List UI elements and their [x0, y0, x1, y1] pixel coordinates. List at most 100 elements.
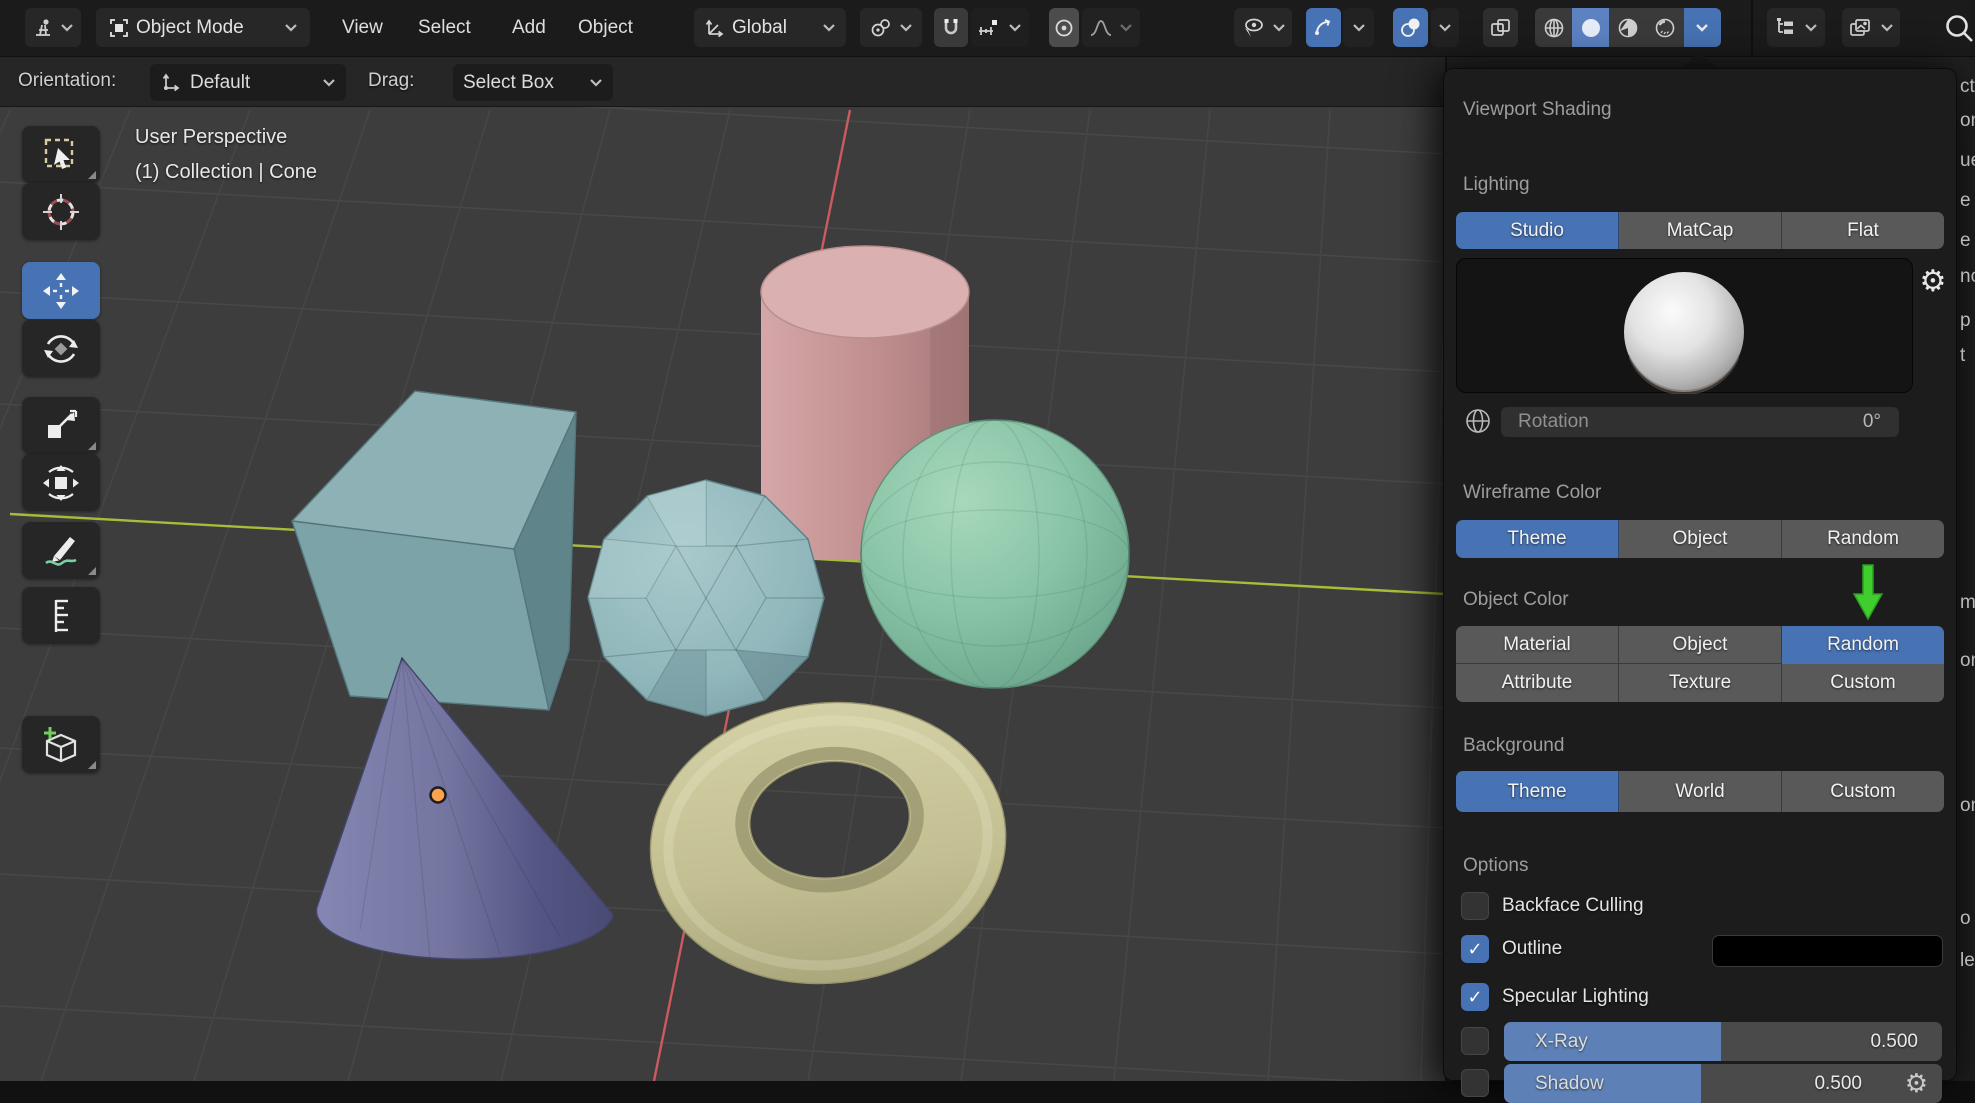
background-segmented: Theme World Custom [1456, 771, 1944, 812]
outliner-text-fragment: nc [1960, 266, 1975, 288]
shading-wireframe-button[interactable] [1535, 8, 1572, 47]
tool-rotate[interactable] [22, 320, 100, 377]
filter-images-icon [1848, 16, 1874, 40]
menu-object[interactable]: Object [572, 8, 639, 47]
tool-transform[interactable] [22, 454, 100, 511]
snap-target-dropdown[interactable] [971, 8, 1029, 47]
overlays-toggle[interactable] [1393, 8, 1428, 47]
measure-ruler-icon [40, 595, 82, 637]
green-arrow-cursor [1848, 563, 1888, 623]
proportional-falloff-dropdown[interactable] [1082, 8, 1140, 47]
viewport-editor-icon [32, 17, 54, 39]
outliner-text-fragment: ct [1960, 76, 1975, 98]
objectcolor-option-texture[interactable]: Texture [1619, 664, 1782, 702]
objectcolor-option-attribute[interactable]: Attribute [1456, 664, 1619, 702]
shading-rendered-button[interactable] [1647, 8, 1684, 47]
menu-view[interactable]: View [336, 8, 389, 47]
shading-solid-button[interactable] [1572, 8, 1609, 47]
background-option-custom[interactable]: Custom [1782, 771, 1944, 812]
lighting-option-matcap[interactable]: MatCap [1619, 212, 1782, 249]
studiolight-preview[interactable] [1456, 258, 1913, 393]
tool-move[interactable] [22, 262, 100, 319]
shading-options-dropdown[interactable] [1684, 8, 1721, 47]
menu-select[interactable]: Select [412, 8, 477, 47]
xray-toggle[interactable] [1483, 8, 1518, 47]
shading-material-button[interactable] [1609, 8, 1646, 47]
tool-cursor[interactable] [22, 183, 100, 240]
studiolight-settings-button[interactable]: ⚙ [1916, 265, 1950, 299]
scale-icon [40, 405, 82, 447]
outliner-text-fragment: on [1960, 650, 1975, 672]
outliner-search-button[interactable] [1935, 8, 1975, 47]
objectcolor-option-material[interactable]: Material [1456, 626, 1619, 664]
outliner-filter-dropdown[interactable] [1842, 8, 1900, 47]
tool-annotate[interactable] [22, 522, 100, 579]
pivot-point-dropdown[interactable] [860, 8, 922, 47]
shadow-slider[interactable]: Shadow 0.500 ⚙ [1504, 1064, 1942, 1103]
outliner-display-mode-dropdown[interactable] [1767, 8, 1825, 47]
outliner-text-fragment: e [1960, 190, 1971, 212]
lighting-option-studio[interactable]: Studio [1456, 212, 1619, 249]
drag-mode-dropdown[interactable]: Select Box [453, 64, 613, 101]
pivot-icon [869, 16, 893, 40]
tool-measure[interactable] [22, 587, 100, 644]
orientation-value: Default [190, 72, 314, 94]
orientation-setting-label: Orientation: [18, 70, 116, 92]
chevron-down-icon [589, 78, 603, 87]
orientation-label: Global [732, 17, 816, 39]
menu-add[interactable]: Add [506, 8, 552, 47]
shadow-settings-gear-icon[interactable]: ⚙ [1905, 1068, 1928, 1099]
visibility-dropdown[interactable] [1234, 8, 1292, 47]
outliner-text-fragment: on [1960, 110, 1975, 132]
transform-orientation-dropdown[interactable]: Global [694, 8, 846, 47]
outliner-text-fragment: ue [1960, 150, 1975, 172]
orientation-default-dropdown[interactable]: Default [150, 64, 346, 101]
wireframe-option-object[interactable]: Object [1619, 520, 1782, 558]
objectcolor-option-object[interactable]: Object [1619, 626, 1782, 664]
drag-setting-label: Drag: [368, 70, 414, 92]
overlays-dropdown[interactable] [1431, 8, 1459, 47]
outline-checkbox[interactable]: ✓ [1461, 935, 1489, 963]
gear-icon: ⚙ [1920, 265, 1947, 298]
objectcolor-option-random[interactable]: Random [1782, 626, 1944, 664]
tool-more-indicator [88, 761, 96, 769]
active-object-overlay: (1) Collection | Cone [135, 161, 317, 184]
wireframe-option-theme[interactable]: Theme [1456, 520, 1619, 558]
mode-dropdown[interactable]: Object Mode [96, 8, 310, 47]
outline-label: Outline [1502, 938, 1562, 960]
background-option-theme[interactable]: Theme [1456, 771, 1619, 812]
object-mode-icon [108, 17, 130, 39]
xray-checkbox[interactable] [1461, 1027, 1489, 1055]
objectcolor-option-custom[interactable]: Custom [1782, 664, 1944, 702]
proportional-editing-toggle[interactable] [1049, 8, 1079, 47]
specular-lighting-checkbox[interactable]: ✓ [1461, 983, 1489, 1011]
backface-culling-row: Backface Culling [1461, 892, 1644, 920]
shadow-value: 0.500 [1814, 1073, 1862, 1095]
world-rotation-icon-button[interactable] [1458, 405, 1498, 437]
outline-color-swatch[interactable] [1712, 935, 1943, 967]
wireframe-option-random[interactable]: Random [1782, 520, 1944, 558]
gizmos-dropdown[interactable] [1343, 8, 1374, 47]
uv-sphere-object[interactable] [861, 420, 1129, 688]
add-cube-icon [39, 723, 83, 767]
xray-slider[interactable]: X-Ray 0.500 [1504, 1022, 1942, 1061]
chevron-down-icon [1804, 23, 1818, 32]
rotation-value: 0° [1863, 411, 1881, 433]
tool-add-primitive[interactable] [22, 716, 100, 773]
lighting-option-flat[interactable]: Flat [1782, 212, 1944, 249]
chevron-down-icon [1119, 23, 1133, 32]
backface-culling-checkbox[interactable] [1461, 892, 1489, 920]
tool-select-box[interactable] [22, 126, 100, 183]
shadow-checkbox[interactable] [1461, 1069, 1489, 1097]
viewport-3d[interactable] [0, 107, 1445, 1081]
gizmos-toggle[interactable] [1306, 8, 1341, 47]
cursor-3d-icon [39, 190, 83, 234]
options-section-label: Options [1463, 855, 1528, 877]
snap-toggle[interactable] [934, 8, 968, 47]
wireframe-globe-icon [1542, 16, 1566, 40]
editor-type-button[interactable] [25, 8, 81, 47]
background-option-world[interactable]: World [1619, 771, 1782, 812]
rotation-slider[interactable]: Rotation 0° [1501, 407, 1899, 437]
outliner-text-fragment: e [1960, 230, 1971, 252]
tool-scale[interactable] [22, 397, 100, 454]
